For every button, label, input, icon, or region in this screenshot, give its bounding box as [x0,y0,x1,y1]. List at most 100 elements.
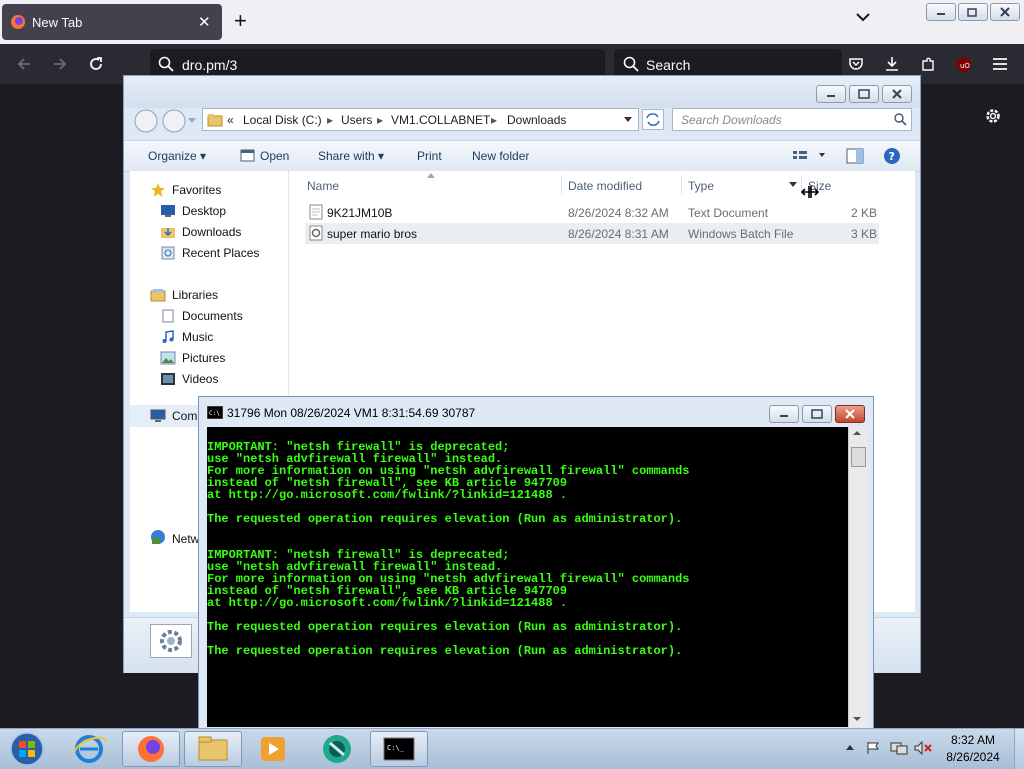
list-tabs-icon[interactable] [856,12,870,22]
command-prompt-taskbar-icon[interactable]: C:\_ [370,731,428,767]
share-with-button[interactable]: Share with ▾ [318,149,384,163]
breadcrumb-user-folder[interactable]: VM1.COLLABNET [391,113,490,127]
explorer-minimize-button[interactable] [816,85,846,103]
nav-recent-places[interactable]: Recent Places [182,246,259,260]
console-line: at http://go.microsoft.com/fwlink/?linki… [207,596,568,610]
column-filter-icon[interactable] [789,182,797,187]
preview-pane-icon[interactable] [846,148,864,164]
nav-pictures[interactable]: Pictures [182,351,225,365]
nav-documents[interactable]: Documents [182,309,243,323]
system-clock[interactable]: 8:32 AM 8/26/2024 [936,733,1010,764]
forward-button[interactable] [162,109,186,133]
open-icon [240,148,255,163]
recent-locations-icon[interactable] [188,118,196,124]
nav-network[interactable]: Netw [172,532,199,546]
back-button[interactable] [134,109,158,133]
internet-explorer-icon[interactable] [60,731,118,767]
console-line: The requested operation requires elevati… [207,644,683,658]
nav-desktop[interactable]: Desktop [182,204,226,218]
ublock-origin-icon[interactable]: uO [955,56,973,74]
tab-title: New Tab [32,15,83,30]
browser-close-button[interactable] [990,3,1020,21]
sort-arrow-icon [427,173,435,178]
menu-icon[interactable] [992,57,1008,71]
explorer-close-button[interactable] [882,85,912,103]
organize-button[interactable]: Organize ▾ [148,149,206,163]
scroll-down-icon[interactable] [852,715,862,723]
browser-minimize-button[interactable] [926,3,956,21]
tab-new-tab[interactable]: New Tab ✕ [2,4,222,40]
breadcrumb-users[interactable]: Users [341,113,372,127]
breadcrumb-local-disk[interactable]: Local Disk (C:) [243,113,322,127]
address-dropdown-icon[interactable] [624,117,632,123]
clock-date: 8/26/2024 [946,750,1000,764]
downloads-icon[interactable] [884,56,900,72]
nav-favorites[interactable]: Favorites [172,183,221,197]
search-placeholder: Search Downloads [681,113,782,127]
refresh-button[interactable] [642,109,664,130]
documents-icon [160,309,176,323]
forward-icon[interactable] [52,56,68,72]
media-player-icon[interactable] [244,731,302,767]
new-folder-button[interactable]: New folder [472,149,529,163]
close-tab-icon[interactable]: ✕ [198,13,211,31]
nav-music[interactable]: Music [182,330,213,344]
show-hidden-icons-icon[interactable] [846,744,854,750]
scroll-up-icon[interactable] [852,429,862,437]
explorer-restore-button[interactable] [849,85,879,103]
open-button[interactable]: Open [260,149,289,163]
address-bar[interactable]: « Local Disk (C:) ▸ Users ▸ VM1.COLLABNE… [202,108,639,131]
explorer-title-bar[interactable] [124,76,920,108]
music-icon [160,330,176,344]
file-date: 8/26/2024 8:32 AM [568,206,669,220]
search-downloads-input[interactable]: Search Downloads [672,108,912,131]
console-output[interactable]: IMPORTANT: "netsh firewall" is deprecate… [207,427,848,727]
pocket-icon[interactable] [848,56,864,72]
scroll-thumb[interactable] [851,447,866,467]
breadcrumb-downloads[interactable]: Downloads [507,113,566,127]
column-date-modified[interactable]: Date modified [568,179,642,193]
console-line: The requested operation requires elevati… [207,620,683,634]
reload-icon[interactable] [88,56,104,72]
console-restore-button[interactable] [802,405,832,423]
network-tray-icon[interactable] [890,741,908,755]
help-icon[interactable]: ? [883,147,901,165]
star-icon [150,182,166,198]
nav-computer[interactable]: Com [172,409,197,423]
table-row[interactable]: 9K21JM10B 8/26/2024 8:32 AM Text Documen… [305,202,879,223]
file-explorer-taskbar-icon[interactable] [184,731,242,767]
file-name: 9K21JM10B [327,206,393,220]
action-center-flag-icon[interactable] [866,741,880,755]
firefox-taskbar-icon[interactable] [122,731,180,767]
print-button[interactable]: Print [417,149,442,163]
browser-restore-button[interactable] [958,3,988,21]
column-name[interactable]: Name [307,179,339,193]
console-line: The requested operation requires elevati… [207,512,683,526]
gear-icon[interactable] [984,107,1002,125]
table-row[interactable]: super mario bros 8/26/2024 8:31 AM Windo… [305,223,879,244]
column-divider[interactable] [561,175,562,195]
back-icon[interactable] [16,56,32,72]
file-size: 3 KB [851,227,878,241]
app-globe-icon[interactable] [308,731,366,767]
recent-places-icon [160,246,176,260]
breadcrumb-prefix[interactable]: « [227,113,234,127]
url-text[interactable]: dro.pm/3 [182,57,237,73]
nav-libraries[interactable]: Libraries [172,288,218,302]
column-divider[interactable] [681,175,682,195]
console-scrollbar[interactable] [848,427,867,727]
volume-muted-icon[interactable] [914,741,932,755]
extensions-icon[interactable] [920,56,936,72]
share-with-label: Share with [318,149,375,163]
console-close-button[interactable] [835,405,865,423]
view-options-icon[interactable] [793,149,827,163]
new-tab-button[interactable]: + [234,8,247,34]
show-desktop-button[interactable] [1014,729,1024,769]
nav-downloads[interactable]: Downloads [182,225,241,239]
console-minimize-button[interactable] [769,405,799,423]
network-icon [150,529,166,545]
column-type[interactable]: Type [688,179,714,193]
start-button[interactable] [8,731,46,767]
file-size: 2 KB [851,206,878,220]
nav-videos[interactable]: Videos [182,372,218,386]
